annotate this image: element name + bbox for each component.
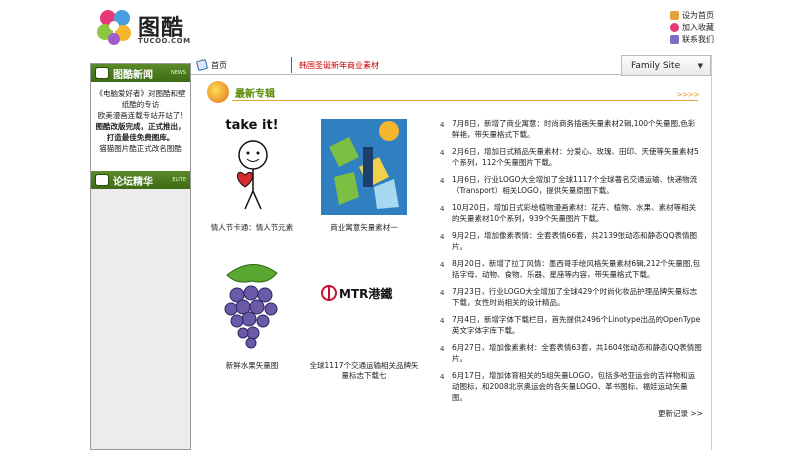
sidebar-news-title: 图酷新闻 (113, 69, 153, 81)
contact-us-label: 联系我们 (682, 34, 714, 44)
add-favorite-label: 加入收藏 (682, 22, 714, 32)
news-bullet-icon: 4 (440, 233, 445, 241)
mail-icon (670, 34, 679, 44)
top-links: 设为首页 加入收藏 联系我们 (670, 9, 800, 45)
title-divider (232, 100, 698, 101)
business-metaphor-art (321, 119, 407, 215)
grapes-art (224, 264, 278, 349)
heart-icon (670, 22, 679, 32)
add-favorite-link[interactable]: 加入收藏 (670, 21, 800, 33)
album-caption[interactable]: 情人节卡通：情人节元素 (197, 223, 307, 233)
news-list: 4 7月8日，新增了商业寓意：时尚商务插画矢量素材2辑,100个矢量图,色彩鲜艳，… (440, 118, 702, 409)
section-title-text: 最新专辑 (235, 88, 275, 100)
news-text[interactable]: 7月23日，行业LOGO大全增加了全球429个时尚化妆品护理品牌矢量标志下载，女… (452, 286, 702, 308)
news-text[interactable]: 10月20日，增加日式彩绘植物漫画素材：花卉、植物、水果、素材等相关的矢量素材1… (452, 202, 702, 224)
home-icon (670, 10, 679, 20)
news-item[interactable]: 4 1月6日，行业LOGO大全增加了全球1117个全球著名交通运输、快递物流（Tr… (440, 174, 702, 196)
news-bullet-icon: 4 (440, 317, 445, 325)
news-text[interactable]: 6月27日，增加像素素材：全套表情63套，共1604张动态和静态QQ表情图片。 (452, 342, 702, 364)
news-item[interactable]: 4 2月6日，增加日式精品矢量素材：分爱心、玫瑰、田印、天使等矢量素材5个系列，1… (440, 146, 702, 168)
news-item[interactable]: 4 6月27日，增加像素素材：全套表情63套，共1604张动态和静态QQ表情图片。 (440, 342, 702, 364)
album-caption[interactable]: 全球1117个交通运输相关品牌矢量标志下载七 (309, 361, 419, 381)
valentine-art-text: take it! (225, 118, 278, 133)
family-site-select[interactable]: Family Site ▼ (621, 55, 711, 76)
tv-icon (95, 67, 109, 79)
news-item[interactable]: 4 7月4日，新增字体下载栏目，首先提供2496个Linotype出品的OpenT… (440, 314, 702, 336)
news-bullet-icon: 4 (440, 373, 445, 381)
main-right-border (711, 55, 712, 450)
sidebar-news-tag: NEWS (170, 70, 186, 76)
nav-divider (291, 57, 292, 73)
sidebar-forum-tag: ELITE (172, 177, 186, 183)
nav-home-label: 首页 (211, 60, 227, 70)
tv-icon (95, 174, 109, 186)
sidebar-news-item[interactable]: 猫猫图片酷正式改名图酷 (95, 143, 186, 154)
site-logo[interactable]: 图酷 TUCOO.COM (96, 8, 206, 48)
news-bullet-icon: 4 (440, 177, 445, 185)
update-log-link[interactable]: 更新记录 >> (658, 408, 703, 419)
news-bullet-icon: 4 (440, 261, 445, 269)
sidebar-news-list: 《电脑爱好者》对图酷和壁纸酷的专访 欧美漫画连载专站开站了! 图酷改版完成，正式… (91, 82, 190, 171)
news-item[interactable]: 4 10月20日，增加日式彩绘植物漫画素材：花卉、植物、水果、素材等相关的矢量素材… (440, 202, 702, 224)
news-bullet-icon: 4 (440, 149, 445, 157)
album-card[interactable]: 新鲜水果矢量图 (197, 255, 307, 371)
mtr-logo-art: MTR港鐵 (321, 285, 392, 301)
news-bullet-icon: 4 (440, 289, 445, 297)
news-item[interactable]: 4 7月8日，新增了商业寓意：时尚商务插画矢量素材2辑,100个矢量图,色彩鲜艳，… (440, 118, 702, 140)
news-item[interactable]: 4 6月17日，增加体育相关的5组矢量LOGO，包括多哈亚运会的吉祥物和运动图标，… (440, 370, 702, 403)
news-text[interactable]: 2月6日，增加日式精品矢量素材：分爱心、玫瑰、田印、天使等矢量素材5个系列，11… (452, 146, 702, 168)
valentine-cartoon-thumb[interactable]: take it! (207, 117, 297, 217)
news-text[interactable]: 7月8日，新增了商业寓意：时尚商务插画矢量素材2辑,100个矢量图,色彩鲜艳，带… (452, 118, 702, 140)
sidebar-news-item[interactable]: 《电脑爱好者》对图酷和壁纸酷的专访 (95, 88, 186, 110)
news-item[interactable]: 4 9月2日，增加像素表情：全套表情66套，共2139张动态和静态QQ表情图片。 (440, 230, 702, 252)
mtr-art-text: MTR港鐵 (339, 286, 392, 301)
nav-home-link[interactable]: 首页 (195, 58, 227, 72)
fruit-vector-thumb[interactable] (207, 255, 297, 355)
album-caption[interactable]: 新鲜水果矢量图 (197, 361, 307, 371)
pencil-icon (195, 58, 209, 72)
news-text[interactable]: 9月2日，增加像素表情：全套表情66套，共2139张动态和静态QQ表情图片。 (452, 230, 702, 252)
valentine-cartoon-art: take it! (225, 118, 279, 210)
contact-us-link[interactable]: 联系我们 (670, 33, 800, 45)
album-caption[interactable]: 商业寓意矢量素材一 (309, 223, 419, 233)
sidebar-forum-header: 论坛精华 ELITE (91, 171, 190, 189)
news-text[interactable]: 1月6日，行业LOGO大全增加了全球1117个全球著名交通运输、快递物流（Tra… (452, 174, 702, 196)
album-card[interactable]: MTR港鐵 全球1117个交通运输相关品牌矢量标志下载七 (309, 255, 419, 381)
family-site-label: Family Site (631, 60, 681, 71)
news-item[interactable]: 4 7月23日，行业LOGO大全增加了全球429个时尚化妆品护理品牌矢量标志下载，… (440, 286, 702, 308)
album-card[interactable]: take it! 情人节卡通：情人节元素 (197, 117, 307, 233)
chevron-down-icon: ▼ (697, 62, 703, 70)
smiley-icon (207, 81, 229, 103)
business-metaphor-thumb[interactable] (319, 117, 409, 217)
left-sidebar: 图酷新闻 NEWS 《电脑爱好者》对图酷和壁纸酷的专访 欧美漫画连载专站开站了!… (90, 63, 191, 450)
sidebar-news-item[interactable]: 欧美漫画连载专站开站了! (95, 110, 186, 121)
news-text[interactable]: 7月4日，新增字体下载栏目，首先提供2496个Linotype出品的OpenTy… (452, 314, 702, 336)
album-card[interactable]: 商业寓意矢量素材一 (309, 117, 419, 233)
news-bullet-icon: 4 (440, 345, 445, 353)
news-bullet-icon: 4 (440, 121, 445, 129)
flower-logo-icon (97, 10, 131, 45)
album-grid: take it! 情人节卡通：情人节元素 商业寓意矢量素材一 新鲜水果矢量图 M… (197, 117, 437, 380)
news-bullet-icon: 4 (440, 205, 445, 213)
sidebar-forum-title: 论坛精华 (113, 176, 153, 188)
news-text[interactable]: 8月20日，新增了拉丁风情：墨西哥手绘风格矢量素材6辑,212个矢量图,包括字母… (452, 258, 702, 280)
nav-promo-link[interactable]: 韩国圣诞新年商业素材 (299, 60, 379, 71)
sidebar-news-header: 图酷新闻 NEWS (91, 64, 190, 82)
more-arrows-icon[interactable]: >>>> (676, 90, 700, 99)
transport-logo-thumb[interactable]: MTR港鐵 (319, 255, 409, 355)
news-item[interactable]: 4 8月20日，新增了拉丁风情：墨西哥手绘风格矢量素材6辑,212个矢量图,包括字… (440, 258, 702, 280)
set-homepage-label: 设为首页 (682, 10, 714, 20)
logo-subtitle: TUCOO.COM (138, 37, 191, 45)
news-text[interactable]: 6月17日，增加体育相关的5组矢量LOGO，包括多哈亚运会的吉祥物和运动图标，和… (452, 370, 702, 403)
sidebar-news-item[interactable]: 图酷改版完成，正式推出，打造最佳免费图库。 (95, 121, 186, 143)
set-homepage-link[interactable]: 设为首页 (670, 9, 800, 21)
